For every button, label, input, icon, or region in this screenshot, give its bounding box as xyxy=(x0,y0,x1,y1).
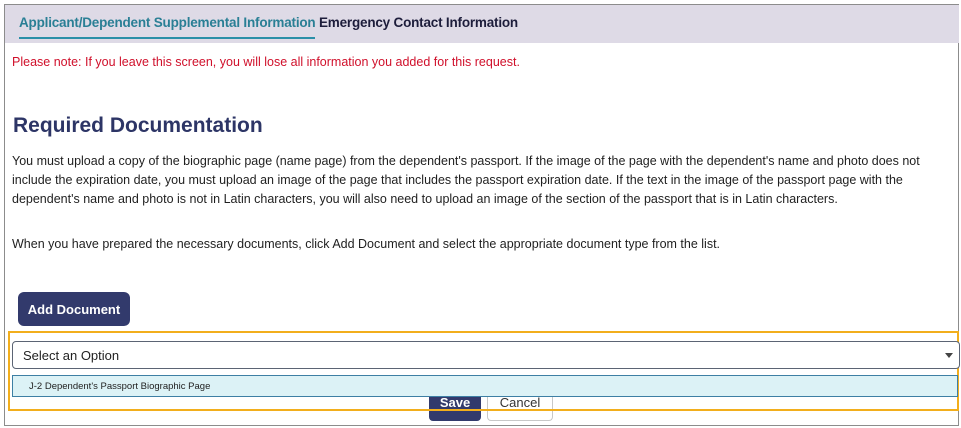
section-heading: Required Documentation xyxy=(13,114,263,137)
tab-applicant-dependent-info[interactable]: Applicant/Dependent Supplemental Informa… xyxy=(19,15,316,39)
tab-label: Applicant/Dependent Supplemental Informa… xyxy=(19,15,316,30)
instructions-text: When you have prepared the necessary doc… xyxy=(12,237,721,251)
active-tab-indicator xyxy=(19,37,316,39)
tab-bar: Applicant/Dependent Supplemental Informa… xyxy=(5,5,959,43)
documentation-paragraph: You must upload a copy of the biographic… xyxy=(12,154,920,206)
warning-note: Please note: If you leave this screen, y… xyxy=(12,55,520,69)
document-type-option[interactable]: J-2 Dependent's Passport Biographic Page xyxy=(12,375,958,397)
tab-emergency-contact[interactable]: Emergency Contact Information xyxy=(319,15,518,30)
tab-label: Emergency Contact Information xyxy=(319,15,518,30)
document-type-select[interactable]: Select an Option xyxy=(12,341,960,369)
caret-down-icon xyxy=(945,353,953,358)
option-label: J-2 Dependent's Passport Biographic Page xyxy=(29,381,211,392)
select-value: Select an Option xyxy=(23,348,120,363)
add-document-button[interactable]: Add Document xyxy=(18,292,130,326)
